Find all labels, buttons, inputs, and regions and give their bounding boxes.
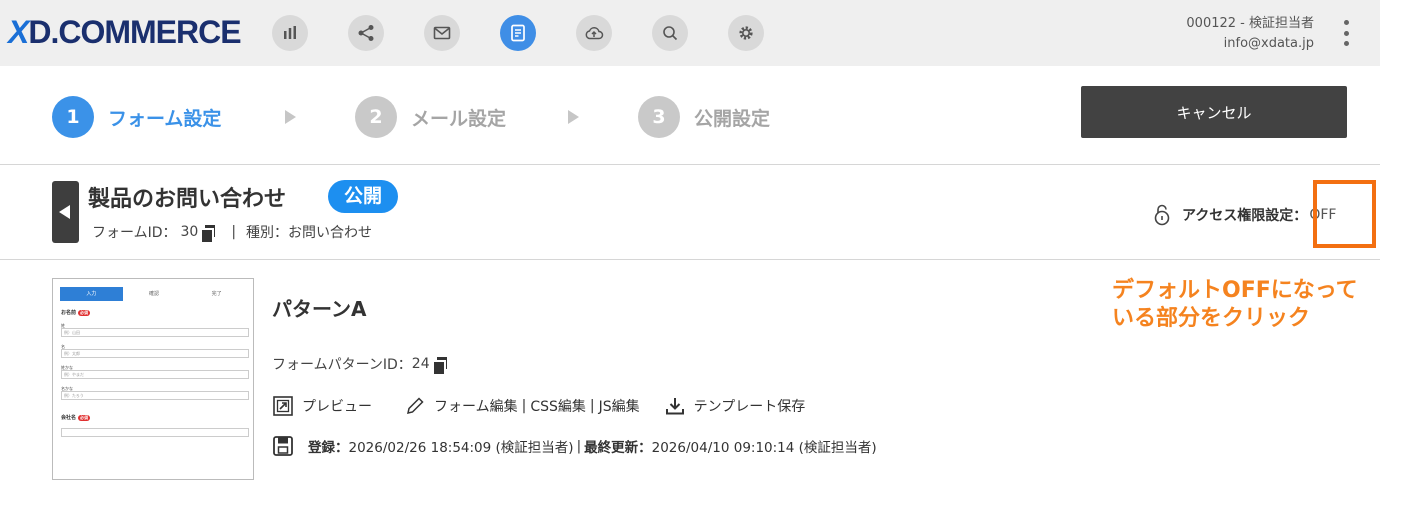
more-menu-icon[interactable] xyxy=(1340,20,1352,46)
logo[interactable]: XD.COMMERCE xyxy=(8,14,242,51)
step-number: 1 xyxy=(52,96,94,138)
step-label: メール設定 xyxy=(411,107,507,130)
form-meta: フォームID： 30 | 種別：お問い合わせ xyxy=(92,222,372,242)
unlock-icon xyxy=(1154,204,1170,226)
pattern-actions: プレビュー フォーム編集 | CSS編集 | JS編集 テンプレート保存 xyxy=(272,395,805,417)
form-edit-label: フォーム編集 xyxy=(434,399,518,415)
registered-value: 2026/02/26 18:54:09 (検証担当者) xyxy=(348,440,574,456)
user-email: info@xdata.jp xyxy=(1223,36,1314,51)
status-badge: 公開 xyxy=(328,180,399,213)
thumbnail-label: お名前 必須 xyxy=(61,310,91,316)
action-separator: | xyxy=(521,398,527,414)
pattern-id: フォームパターンID： 24 xyxy=(272,354,447,374)
copy-icon[interactable] xyxy=(433,356,447,374)
updated-label: 最終更新： xyxy=(584,440,652,456)
thumbnail-progress: 入力 確認 完了 xyxy=(60,287,248,301)
search-icon[interactable] xyxy=(652,15,688,51)
thumbnail-input: 例）たろう xyxy=(61,391,249,400)
gear-icon[interactable] xyxy=(728,15,764,51)
back-button[interactable] xyxy=(52,181,79,243)
step-label: 公開設定 xyxy=(694,107,771,130)
user-info: 000122 - 検証担当者 info@xdata.jp xyxy=(1186,14,1314,54)
template-save-button[interactable]: テンプレート保存 xyxy=(664,395,806,417)
form-icon[interactable] xyxy=(500,15,536,51)
save-icon xyxy=(273,436,293,456)
form-thumbnail[interactable]: 入力 確認 完了 お名前 必須 姓 例）山田 名 例）太郎 姓かな 例）やまだ 名… xyxy=(52,278,254,480)
form-id-label: フォームID： xyxy=(92,225,177,241)
external-link-icon xyxy=(273,396,293,416)
share-icon[interactable] xyxy=(348,15,384,51)
step-form-settings[interactable]: 1 フォーム設定 xyxy=(52,96,221,138)
pattern-id-value: 24 xyxy=(411,356,430,372)
thumbnail-input: 例）山田 xyxy=(61,328,249,337)
step-arrow-icon xyxy=(568,110,579,124)
registered-label: 登録： xyxy=(308,440,349,456)
date-separator: | xyxy=(576,438,582,454)
step-publish-settings[interactable]: 3 公開設定 xyxy=(638,96,770,138)
cloud-upload-icon[interactable] xyxy=(576,15,612,51)
thumbnail-step: 入力 xyxy=(60,287,123,301)
form-header: 製品のお問い合わせ 公開 フォームID： 30 | 種別：お問い合わせ アクセス… xyxy=(0,165,1380,260)
pattern-id-label: フォームパターンID： xyxy=(272,357,412,373)
step-mail-settings[interactable]: 2 メール設定 xyxy=(355,96,506,138)
thumbnail-input xyxy=(61,428,249,437)
template-save-label: テンプレート保存 xyxy=(693,399,806,415)
thumbnail-step: 完了 xyxy=(211,291,222,297)
chart-icon[interactable] xyxy=(272,15,308,51)
updated-value: 2026/04/10 09:10:14 (検証担当者) xyxy=(651,440,877,456)
thumbnail-step: 確認 xyxy=(149,291,160,297)
step-arrow-icon xyxy=(285,110,296,124)
step-number: 3 xyxy=(638,96,680,138)
form-title: 製品のお問い合わせ xyxy=(88,187,287,212)
step-bar: 1 フォーム設定 2 メール設定 3 公開設定 キャンセル xyxy=(0,66,1380,165)
pattern-name: パターンA xyxy=(272,297,367,321)
pencil-icon xyxy=(407,397,424,414)
access-label: アクセス権限設定： xyxy=(1182,208,1308,224)
meta-separator: | xyxy=(231,224,237,240)
annotation-note: デフォルトOFFになって いる部分をクリック xyxy=(1112,278,1358,331)
form-id-value: 30 xyxy=(180,224,199,240)
thumbnail-input: 例）太郎 xyxy=(61,349,249,358)
form-edit-button[interactable]: フォーム編集 xyxy=(404,395,518,417)
download-icon xyxy=(665,398,684,415)
preview-label: プレビュー xyxy=(302,399,372,415)
css-edit-link[interactable]: CSS編集 xyxy=(530,396,586,416)
step-number: 2 xyxy=(355,96,397,138)
user-account: 000122 - 検証担当者 xyxy=(1186,16,1314,31)
preview-button[interactable]: プレビュー xyxy=(272,395,372,417)
access-permission-setting[interactable]: アクセス権限設定： OFF xyxy=(1152,203,1336,227)
step-label: フォーム設定 xyxy=(108,107,222,130)
pattern-dates: 登録： 2026/02/26 18:54:09 (検証担当者) | 最終更新： … xyxy=(272,435,877,457)
top-bar: XD.COMMERCE 000122 - 検証担当者 info@xdata.jp xyxy=(0,0,1380,66)
mail-icon[interactable] xyxy=(424,15,460,51)
copy-icon[interactable] xyxy=(202,224,216,242)
thumbnail-label: 会社名 必須 xyxy=(61,415,91,421)
cancel-button[interactable]: キャンセル xyxy=(1081,86,1347,138)
form-type: 種別：お問い合わせ xyxy=(246,225,373,241)
action-separator: | xyxy=(589,398,595,414)
js-edit-link[interactable]: JS編集 xyxy=(599,396,640,416)
thumbnail-input: 例）やまだ xyxy=(61,370,249,379)
highlight-box xyxy=(1313,180,1376,248)
